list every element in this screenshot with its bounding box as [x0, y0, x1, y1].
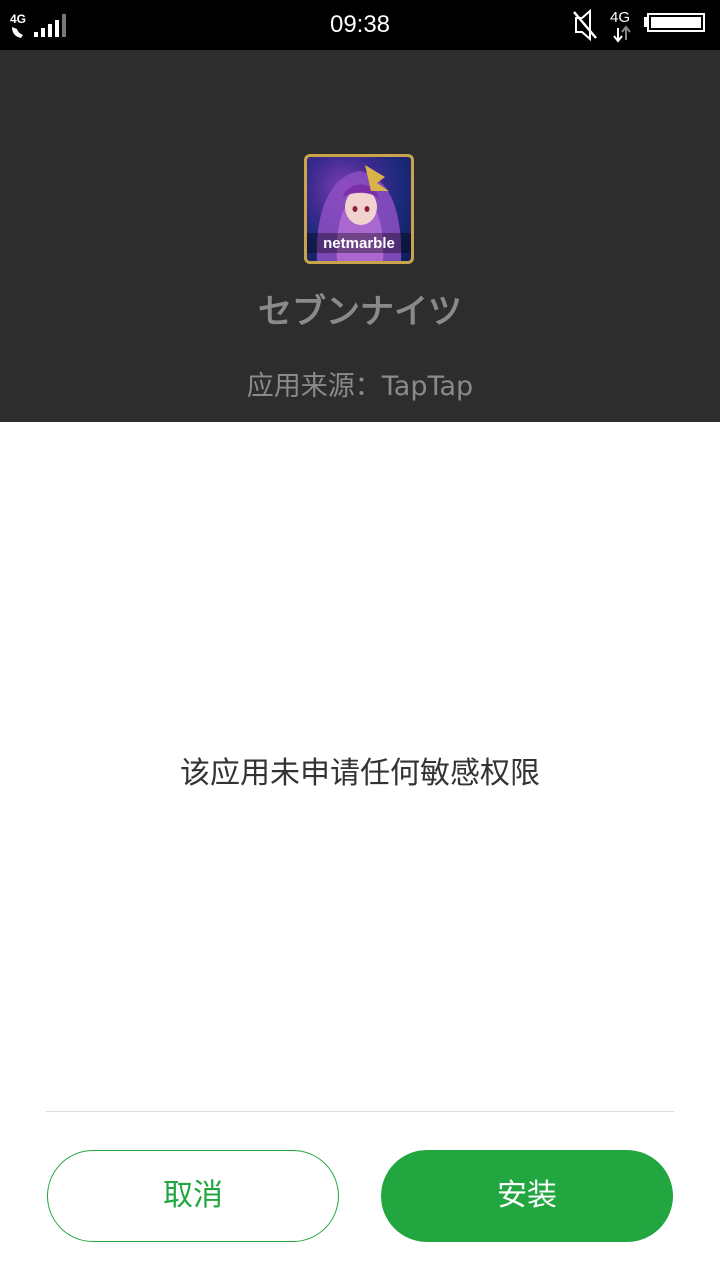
permission-message: 该应用未申请任何敏感权限: [180, 756, 540, 791]
status-bar: 4G 09:38 4G: [0, 0, 720, 50]
status-icons: 4G: [572, 6, 712, 46]
mute-icon: [573, 8, 597, 42]
install-button[interactable]: 安装: [381, 1150, 673, 1242]
app-name: セブンナイツ: [258, 292, 462, 332]
data-transfer-icon: [613, 25, 631, 43]
game-character-art: netmarble: [307, 165, 411, 261]
divider: [46, 1111, 674, 1112]
battery-icon: [644, 13, 705, 32]
cancel-button[interactable]: 取消: [47, 1150, 339, 1242]
app-source: 应用来源：TapTap: [246, 371, 474, 402]
right-network-type: 4G: [610, 9, 630, 26]
app-info-header: netmarble セブンナイツ 应用来源：TapTap: [0, 50, 720, 422]
icon-brand-text: netmarble: [323, 235, 395, 252]
app-icon: netmarble: [304, 154, 414, 264]
